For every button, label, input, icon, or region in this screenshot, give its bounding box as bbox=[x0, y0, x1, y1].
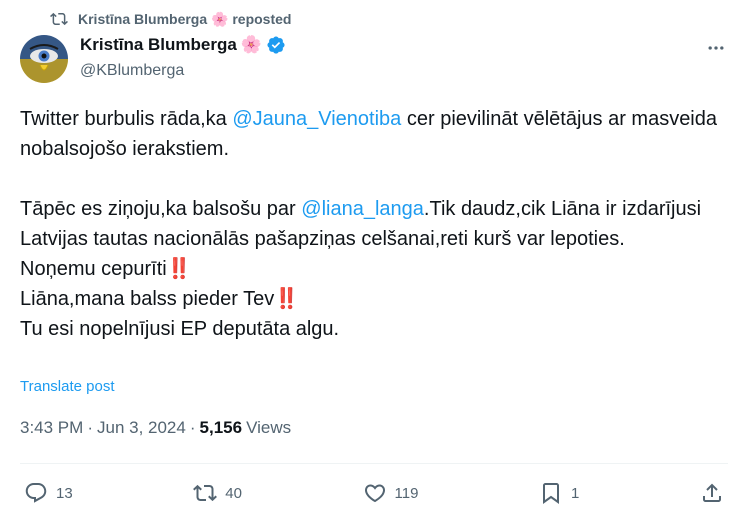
tweet-text-segment: Liāna,mana balss pieder Tev bbox=[20, 288, 275, 310]
double-exclamation-emoji: ‼️ bbox=[274, 288, 299, 310]
flower-emoji: 🌸 bbox=[240, 35, 262, 54]
post-metadata: 3:43 PM · Jun 3, 2024 · 5,156 Views bbox=[20, 418, 291, 438]
repost-text: Kristīna Blumberga 🌸 reposted bbox=[78, 10, 292, 27]
like-button[interactable]: 119 bbox=[363, 481, 419, 505]
tweet-line-3: Noņemu cepurīti‼️ bbox=[20, 254, 720, 284]
repost-icon bbox=[193, 484, 218, 502]
more-options-button[interactable] bbox=[704, 38, 728, 58]
tweet-line-4: Liāna,mana balss pieder Tev‼️ bbox=[20, 284, 720, 314]
like-count: 119 bbox=[394, 484, 419, 502]
reply-icon bbox=[25, 483, 47, 503]
post-time[interactable]: 3:43 PM bbox=[20, 418, 83, 438]
avatar[interactable] bbox=[20, 35, 68, 83]
bookmark-icon bbox=[543, 483, 560, 504]
share-button[interactable] bbox=[700, 481, 724, 505]
tweet-text-segment: Tāpēc es ziņoju,ka balsošu par bbox=[20, 198, 302, 220]
double-exclamation-emoji: ‼️ bbox=[166, 258, 192, 280]
more-dots-icon bbox=[708, 46, 724, 50]
mention-link[interactable]: @Jauna_Vienotiba bbox=[232, 108, 401, 130]
repost-indicator[interactable]: Kristīna Blumberga 🌸 reposted bbox=[50, 9, 291, 29]
post-date[interactable]: Jun 3, 2024 bbox=[97, 418, 186, 438]
meta-separator: · bbox=[189, 418, 196, 437]
author-name[interactable]: Kristīna Blumberga bbox=[80, 35, 237, 55]
tweet-line-5: Tu esi nopelnījusi EP deputāta algu. bbox=[20, 318, 340, 340]
tweet-paragraph-1: Twitter burbulis rāda,ka @Jauna_Vienotib… bbox=[20, 104, 720, 164]
translate-post-link[interactable]: Translate post bbox=[20, 378, 115, 395]
meta-separator: · bbox=[87, 418, 93, 437]
tweet-text-segment: Twitter burbulis rāda,ka bbox=[20, 108, 233, 130]
bookmark-button[interactable]: 1 bbox=[539, 481, 579, 505]
mention-link[interactable]: @liana_langa bbox=[301, 198, 424, 220]
tweet-text-segment: Noņemu cepurīti bbox=[20, 258, 167, 280]
bookmark-count: 1 bbox=[571, 484, 580, 502]
avatar-image bbox=[20, 35, 68, 83]
author-name-row[interactable]: Kristīna Blumberga 🌸 bbox=[80, 35, 286, 55]
verified-badge-icon bbox=[267, 36, 285, 54]
action-bar: 13 40 119 1 bbox=[24, 480, 724, 506]
share-icon bbox=[702, 483, 721, 502]
reply-count: 13 bbox=[56, 484, 73, 502]
divider bbox=[20, 463, 728, 464]
tweet-text: Twitter burbulis rāda,ka @Jauna_Vienotib… bbox=[20, 104, 720, 344]
heart-icon bbox=[364, 484, 385, 503]
tweet-paragraph-2: Tāpēc es ziņoju,ka balsošu par @liana_la… bbox=[20, 194, 720, 254]
author-handle[interactable]: @KBlumberga bbox=[80, 62, 184, 80]
views-count: 5,156 bbox=[199, 418, 243, 437]
repost-icon bbox=[50, 12, 68, 26]
reply-button[interactable]: 13 bbox=[24, 481, 73, 505]
repost-count: 40 bbox=[225, 484, 242, 502]
views-label: Views bbox=[246, 418, 292, 437]
repost-button[interactable]: 40 bbox=[193, 481, 242, 505]
